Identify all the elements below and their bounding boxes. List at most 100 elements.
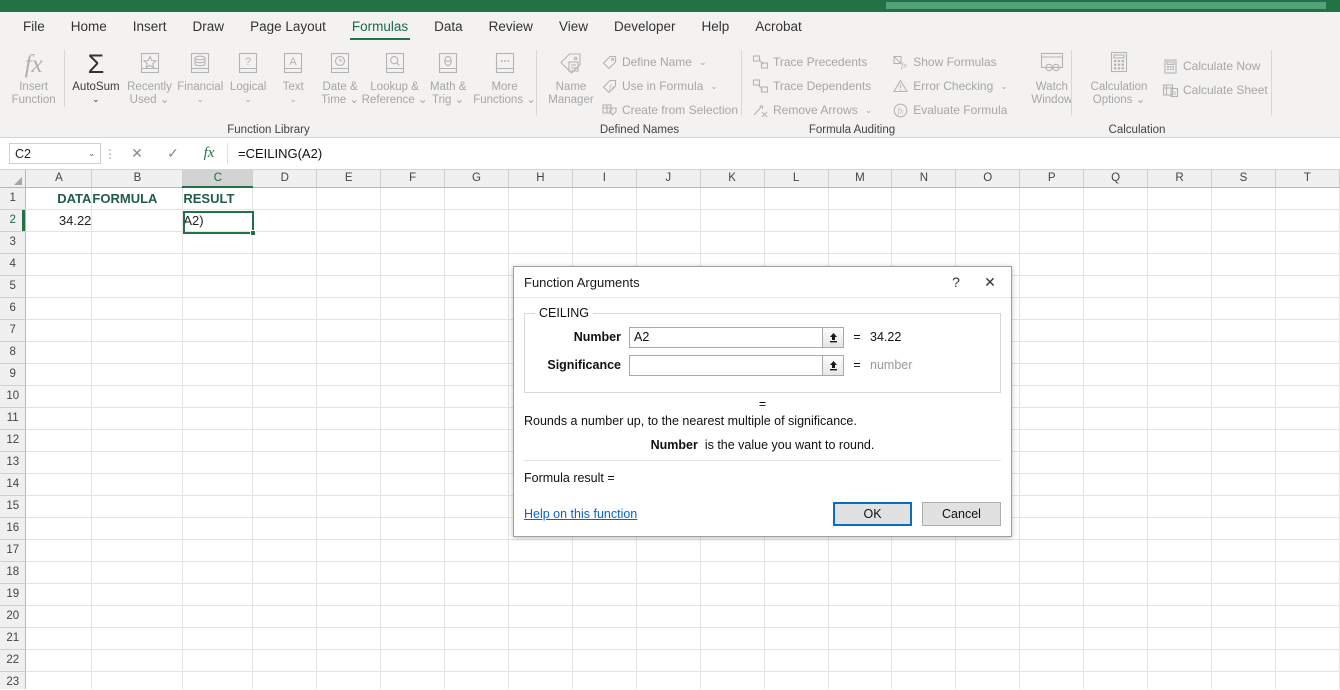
cell-F11[interactable] xyxy=(380,407,446,430)
column-header-g[interactable]: G xyxy=(444,170,509,188)
cell-F18[interactable] xyxy=(380,561,446,584)
cell-G4[interactable] xyxy=(444,253,509,276)
cell-G21[interactable] xyxy=(444,627,509,650)
cell-T10[interactable] xyxy=(1275,385,1340,408)
cell-P1[interactable] xyxy=(1019,187,1085,210)
cell-O19[interactable] xyxy=(955,583,1021,606)
column-header-i[interactable]: I xyxy=(572,170,637,188)
cell-L23[interactable] xyxy=(764,671,829,689)
remove-arrows-button[interactable]: Remove Arrows ⌄ xyxy=(748,98,876,122)
row-header-18[interactable]: 18 xyxy=(0,561,27,584)
column-header-f[interactable]: F xyxy=(380,170,446,188)
cell-I18[interactable] xyxy=(572,561,637,584)
cell-S6[interactable] xyxy=(1211,297,1276,320)
cell-C7[interactable] xyxy=(182,319,254,342)
cell-C23[interactable] xyxy=(182,671,254,689)
cell-L22[interactable] xyxy=(764,649,829,672)
cell-D19[interactable] xyxy=(252,583,318,606)
cell-P7[interactable] xyxy=(1019,319,1085,342)
cell-G12[interactable] xyxy=(444,429,509,452)
cell-T17[interactable] xyxy=(1275,539,1340,562)
cell-E3[interactable] xyxy=(316,231,382,254)
cell-D5[interactable] xyxy=(252,275,318,298)
cell-E23[interactable] xyxy=(316,671,382,689)
cell-G22[interactable] xyxy=(444,649,509,672)
cell-D23[interactable] xyxy=(252,671,318,689)
cell-O1[interactable] xyxy=(955,187,1021,210)
cell-D15[interactable] xyxy=(252,495,318,518)
cell-R15[interactable] xyxy=(1147,495,1212,518)
column-header-b[interactable]: B xyxy=(91,170,184,188)
cell-A8[interactable] xyxy=(25,341,93,364)
cell-G14[interactable] xyxy=(444,473,509,496)
chevron-down-icon[interactable]: ⌄ xyxy=(526,94,536,106)
cell-B2[interactable] xyxy=(91,209,184,232)
cell-A4[interactable] xyxy=(25,253,93,276)
cell-T1[interactable] xyxy=(1275,187,1340,210)
cell-R9[interactable] xyxy=(1147,363,1212,386)
cell-O20[interactable] xyxy=(955,605,1021,628)
cell-J17[interactable] xyxy=(636,539,701,562)
cell-C10[interactable] xyxy=(182,385,254,408)
cell-R8[interactable] xyxy=(1147,341,1212,364)
cell-A21[interactable] xyxy=(25,627,93,650)
cell-J3[interactable] xyxy=(636,231,701,254)
cell-K20[interactable] xyxy=(700,605,765,628)
cell-C16[interactable] xyxy=(182,517,254,540)
cell-T12[interactable] xyxy=(1275,429,1340,452)
cell-A2[interactable]: 34.22 xyxy=(25,209,93,232)
cell-N21[interactable] xyxy=(891,627,957,650)
cell-D14[interactable] xyxy=(252,473,318,496)
cell-T7[interactable] xyxy=(1275,319,1340,342)
dialog-close-button[interactable]: ✕ xyxy=(973,268,1007,297)
cell-J20[interactable] xyxy=(636,605,701,628)
name-box[interactable]: C2 ⌄ xyxy=(9,143,101,164)
row-header-6[interactable]: 6 xyxy=(0,297,27,320)
cell-R5[interactable] xyxy=(1147,275,1212,298)
cell-E17[interactable] xyxy=(316,539,382,562)
cell-Q16[interactable] xyxy=(1083,517,1149,540)
calculate-sheet-button[interactable]: Calculate Sheet xyxy=(1158,78,1272,102)
cell-F2[interactable] xyxy=(380,209,446,232)
column-header-h[interactable]: H xyxy=(508,170,573,188)
cell-A6[interactable] xyxy=(25,297,93,320)
cell-O21[interactable] xyxy=(955,627,1021,650)
cell-N3[interactable] xyxy=(891,231,957,254)
cell-L19[interactable] xyxy=(764,583,829,606)
cell-L18[interactable] xyxy=(764,561,829,584)
cell-E14[interactable] xyxy=(316,473,382,496)
cell-A17[interactable] xyxy=(25,539,93,562)
cell-F8[interactable] xyxy=(380,341,446,364)
cell-Q12[interactable] xyxy=(1083,429,1149,452)
cell-A20[interactable] xyxy=(25,605,93,628)
cell-G16[interactable] xyxy=(444,517,509,540)
cell-A5[interactable] xyxy=(25,275,93,298)
cell-M21[interactable] xyxy=(828,627,893,650)
cell-P4[interactable] xyxy=(1019,253,1085,276)
chevron-down-icon[interactable]: ⌄ xyxy=(196,95,204,104)
cell-I2[interactable] xyxy=(572,209,637,232)
cell-F1[interactable] xyxy=(380,187,446,210)
cell-B8[interactable] xyxy=(91,341,184,364)
date-time-button[interactable]: Date & Time ⌄ xyxy=(315,47,365,107)
cell-B6[interactable] xyxy=(91,297,184,320)
cell-E19[interactable] xyxy=(316,583,382,606)
cell-G3[interactable] xyxy=(444,231,509,254)
chevron-down-icon[interactable]: ⌄ xyxy=(455,94,465,106)
cell-C6[interactable] xyxy=(182,297,254,320)
cell-D18[interactable] xyxy=(252,561,318,584)
cell-S3[interactable] xyxy=(1211,231,1276,254)
cell-T14[interactable] xyxy=(1275,473,1340,496)
row-header-12[interactable]: 12 xyxy=(0,429,27,452)
cell-E4[interactable] xyxy=(316,253,382,276)
cell-T5[interactable] xyxy=(1275,275,1340,298)
cell-Q19[interactable] xyxy=(1083,583,1149,606)
column-header-c[interactable]: C xyxy=(182,170,254,188)
cell-L17[interactable] xyxy=(764,539,829,562)
cell-M20[interactable] xyxy=(828,605,893,628)
cell-Q23[interactable] xyxy=(1083,671,1149,689)
cell-B19[interactable] xyxy=(91,583,184,606)
cell-S22[interactable] xyxy=(1211,649,1276,672)
cell-F19[interactable] xyxy=(380,583,446,606)
cell-S12[interactable] xyxy=(1211,429,1276,452)
